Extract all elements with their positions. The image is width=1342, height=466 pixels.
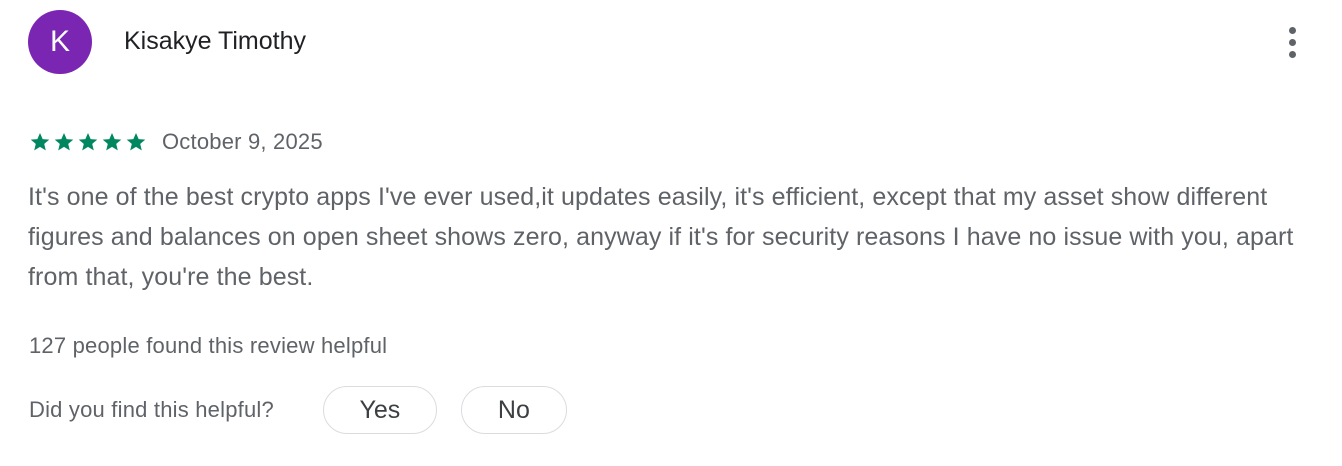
- more-vert-icon-dot: [1288, 38, 1296, 46]
- avatar-initial: K: [49, 25, 70, 58]
- avatar: K: [28, 10, 92, 74]
- star-icon: [54, 133, 74, 151]
- review-date: October 9, 2025: [162, 129, 323, 154]
- more-vert-icon-dot: [1288, 50, 1296, 58]
- more-vert-icon: [1288, 26, 1296, 34]
- yes-button[interactable]: Yes: [322, 386, 437, 434]
- helpful-question: Did you find this helpful?: [29, 397, 274, 422]
- more-options-button[interactable]: [1270, 20, 1314, 64]
- rating-row: October 9, 2025: [29, 126, 323, 158]
- no-button[interactable]: No: [460, 386, 567, 434]
- star-icon: [30, 133, 50, 151]
- star-icon: [78, 133, 98, 151]
- helpful-prompt: Did you find this helpful? Yes No: [29, 386, 567, 434]
- review-text: It's one of the best crypto apps I've ev…: [28, 183, 1294, 291]
- star-icon: [126, 133, 146, 151]
- star-icon: [102, 133, 122, 151]
- reviewer-name: Kisakye Timothy: [124, 27, 307, 55]
- helpful-count: 127 people found this review helpful: [29, 333, 388, 358]
- star-rating: [29, 131, 147, 153]
